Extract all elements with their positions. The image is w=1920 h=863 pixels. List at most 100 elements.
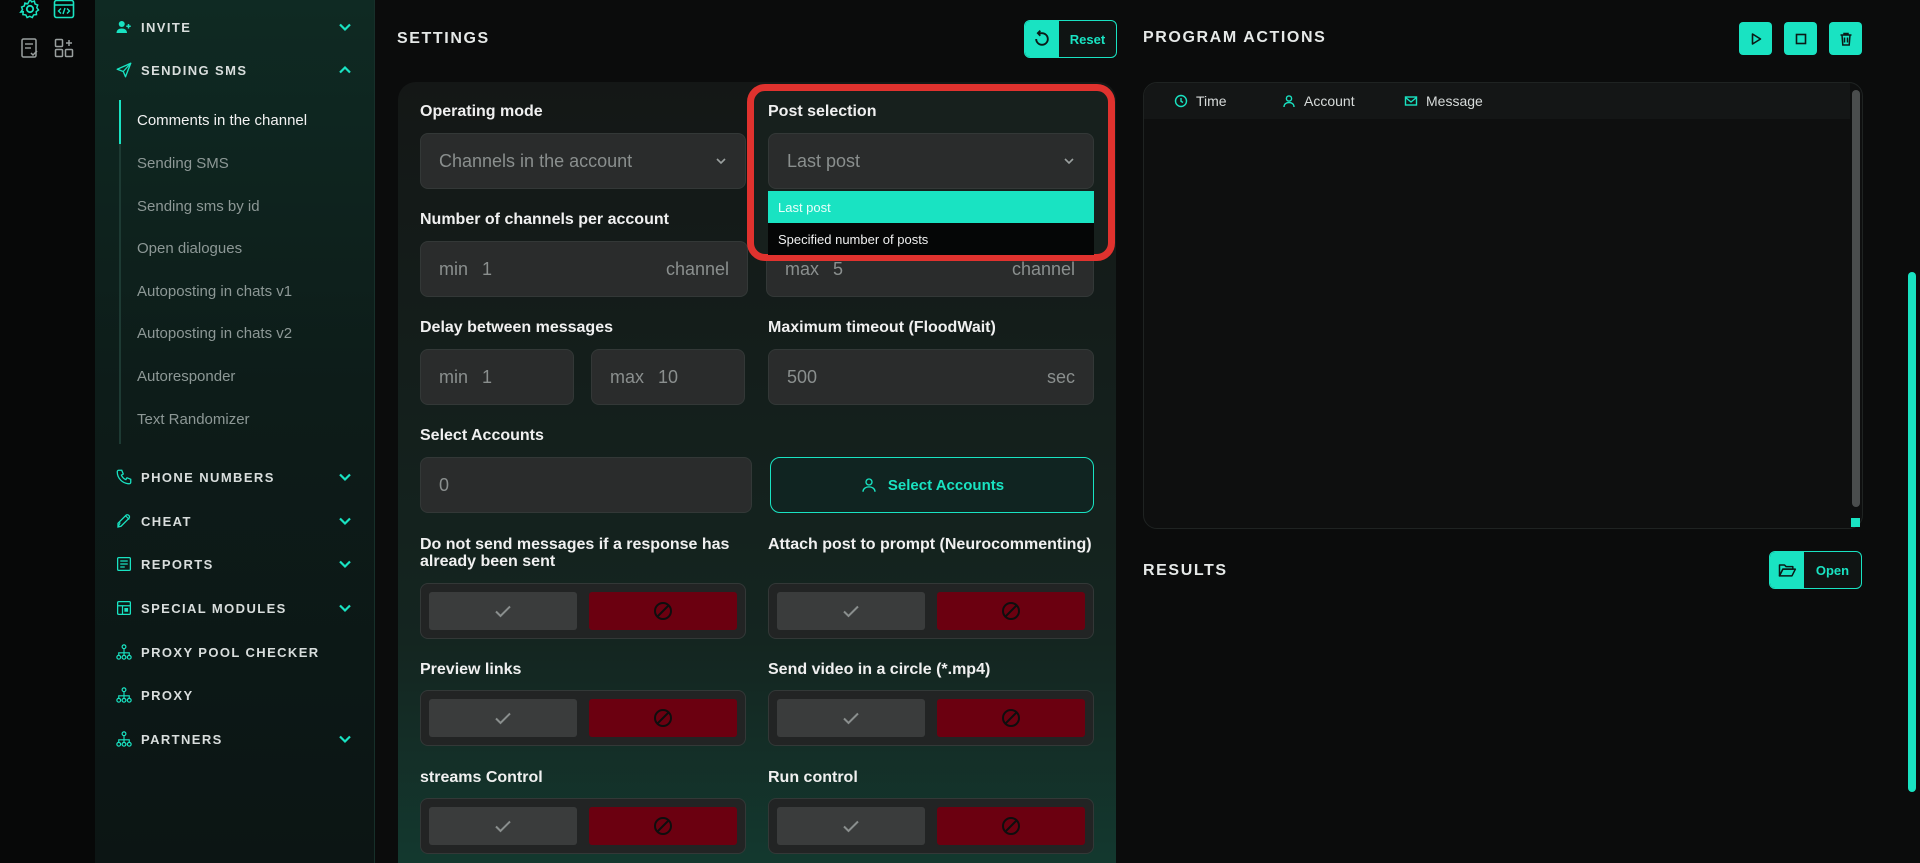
ban-icon[interactable] — [589, 807, 737, 845]
check-icon[interactable] — [429, 699, 577, 737]
max-prefix: max — [610, 366, 645, 387]
check-icon[interactable] — [429, 592, 577, 630]
open-results-button[interactable]: Open — [1769, 551, 1862, 589]
ban-icon[interactable] — [937, 592, 1085, 630]
sidebar-item-sending-sms[interactable]: Sending SMS — [137, 155, 229, 172]
ban-icon[interactable] — [937, 807, 1085, 845]
sec-suffix: sec — [1046, 366, 1075, 387]
toggle-no-repeat[interactable] — [420, 583, 746, 639]
option-last-post[interactable]: Last post — [768, 191, 1094, 223]
sidebar-section-phone-numbers[interactable]: PHONE NUMBERS — [115, 465, 353, 489]
delay-max-input[interactable]: max 10 — [591, 349, 745, 405]
sidebar-section-label: SPECIAL MODULES — [141, 600, 287, 616]
ban-icon[interactable] — [589, 699, 737, 737]
sidebar-section-label: PHONE NUMBERS — [141, 469, 275, 485]
sidebar-item-text-randomizer[interactable]: Text Randomizer — [137, 411, 250, 428]
log-scrollbar[interactable] — [1852, 90, 1860, 507]
sending-sms-submenu: Comments in the channel Sending SMS Send… — [119, 100, 354, 444]
post-selection-select[interactable]: Last post — [768, 133, 1094, 189]
code-icon[interactable] — [52, 0, 76, 21]
sidebar-section-special-modules[interactable]: SPECIAL MODULES — [115, 596, 353, 620]
channels-max-value: 5 — [833, 258, 844, 279]
reset-button[interactable]: Reset — [1024, 20, 1117, 58]
sidebar-section-proxy-pool-checker[interactable]: PROXY POOL CHECKER — [115, 640, 353, 664]
toggle-label-no-repeat: Do not send messages if a response has a… — [420, 536, 730, 570]
column-time[interactable]: Time — [1174, 93, 1227, 109]
chevron-down-icon[interactable] — [337, 731, 353, 747]
clear-button[interactable] — [1829, 22, 1862, 55]
sidebar-section-invite[interactable]: INVITE — [115, 15, 353, 39]
sidebar-section-proxy[interactable]: PROXY — [115, 683, 353, 707]
user-plus-icon — [115, 18, 133, 36]
gear-icon[interactable] — [18, 0, 42, 21]
check-icon[interactable] — [777, 592, 925, 630]
select-accounts-label: Select Accounts — [420, 427, 544, 444]
network-icon — [115, 686, 133, 704]
stop-button[interactable] — [1784, 22, 1817, 55]
play-button[interactable] — [1739, 22, 1772, 55]
toggle-video-circle[interactable] — [768, 690, 1094, 746]
channels-min-input[interactable]: min 1 channel — [420, 241, 748, 297]
phone-icon — [115, 468, 133, 486]
post-selection-label: Post selection — [768, 103, 877, 120]
operating-mode-select[interactable]: Channels in the account — [420, 133, 746, 189]
reset-icon — [1025, 21, 1059, 57]
check-icon[interactable] — [429, 807, 577, 845]
sidebar-section-sending-sms[interactable]: SENDING SMS — [115, 58, 353, 82]
open-label: Open — [1815, 562, 1850, 578]
ban-icon[interactable] — [589, 592, 737, 630]
sidebar-item-sending-sms-by-id[interactable]: Sending sms by id — [137, 198, 260, 215]
min-prefix: min — [439, 366, 469, 387]
chevron-down-icon[interactable] — [337, 469, 353, 485]
select-accounts-button[interactable]: Select Accounts — [770, 457, 1094, 513]
channel-suffix: channel — [665, 258, 729, 279]
check-icon[interactable] — [777, 807, 925, 845]
accounts-count-input[interactable]: 0 — [420, 457, 752, 513]
program-actions-log[interactable]: Time Account Message — [1143, 82, 1863, 529]
column-account[interactable]: Account — [1282, 93, 1355, 109]
chevron-down-icon[interactable] — [337, 513, 353, 529]
toggle-label-attach-post: Attach post to prompt (Neurocommenting) — [768, 536, 1092, 553]
sidebar-item-autoposting-v1[interactable]: Autoposting in chats v1 — [137, 283, 292, 300]
channels-per-account-label: Number of channels per account — [420, 211, 669, 228]
delay-max-value: 10 — [658, 366, 679, 387]
sidebar-item-autoposting-v2[interactable]: Autoposting in chats v2 — [137, 325, 292, 342]
send-icon — [115, 61, 133, 79]
resize-handle-icon[interactable] — [1851, 518, 1860, 527]
delay-min-value: 1 — [482, 366, 493, 387]
toggle-preview-links[interactable] — [420, 690, 746, 746]
app-root: INVITE SENDING SMS Comments in the chann… — [0, 0, 1920, 863]
option-specified-number[interactable]: Specified number of posts — [768, 223, 1094, 255]
toggle-run-control[interactable] — [768, 798, 1094, 854]
chevron-down-icon[interactable] — [337, 556, 353, 572]
sidebar-section-label: CHEAT — [141, 513, 192, 529]
check-icon[interactable] — [777, 699, 925, 737]
sidebar-item-autoresponder[interactable]: Autoresponder — [137, 368, 235, 385]
select-accounts-button-label: Select Accounts — [887, 476, 1005, 494]
chevron-down-icon — [1064, 158, 1074, 165]
ban-icon[interactable] — [937, 699, 1085, 737]
toggle-streams-control[interactable] — [420, 798, 746, 854]
sidebar-section-cheat[interactable]: CHEAT — [115, 509, 353, 533]
toggle-attach-post[interactable] — [768, 583, 1094, 639]
delay-min-input[interactable]: min 1 — [420, 349, 574, 405]
sidebar-section-reports[interactable]: REPORTS — [115, 552, 353, 576]
rocket-icon — [115, 512, 133, 530]
operating-mode-value: Channels in the account — [439, 150, 633, 171]
column-message[interactable]: Message — [1404, 93, 1483, 109]
grid-icon[interactable] — [52, 36, 76, 60]
timeout-input[interactable]: 500 sec — [768, 349, 1094, 405]
sidebar-item-open-dialogues[interactable]: Open dialogues — [137, 240, 242, 257]
page-scrollbar[interactable] — [1908, 272, 1916, 792]
sidebar-item-comments-in-the-channel[interactable]: Comments in the channel — [137, 112, 307, 129]
chevron-down-icon[interactable] — [337, 600, 353, 616]
post-selection-menu: Last post Specified number of posts — [768, 191, 1094, 255]
accounts-count-value: 0 — [439, 474, 450, 495]
chevron-up-icon[interactable] — [337, 62, 353, 78]
sidebar-section-partners[interactable]: PARTNERS — [115, 727, 353, 751]
post-selection-value: Last post — [787, 150, 861, 171]
chevron-down-icon[interactable] — [337, 19, 353, 35]
sidebar-section-label: PROXY POOL CHECKER — [141, 644, 320, 660]
network-icon — [115, 643, 133, 661]
notes-check-icon[interactable] — [18, 36, 42, 60]
